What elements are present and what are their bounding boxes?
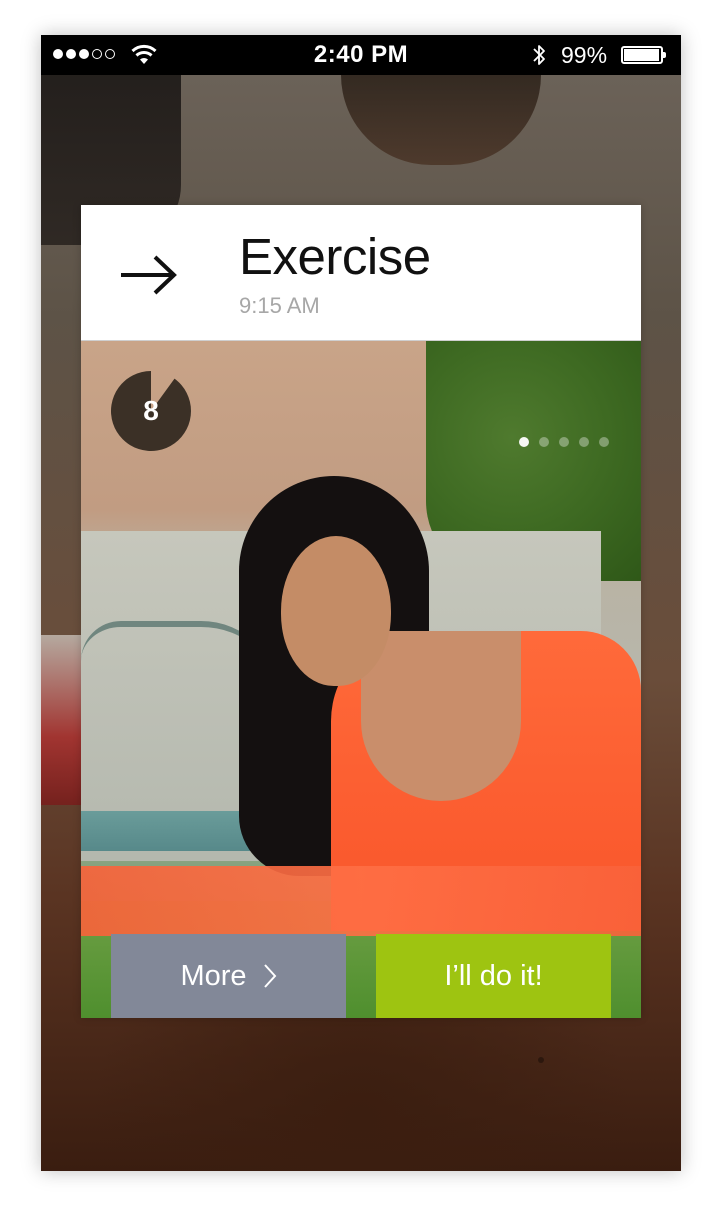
status-bar: 2:40 PM 99% xyxy=(41,35,681,75)
page-dot[interactable] xyxy=(559,437,569,447)
chevron-right-icon xyxy=(263,964,276,988)
page-dot[interactable] xyxy=(599,437,609,447)
more-button-label: More xyxy=(180,959,247,992)
ill-do-it-button-label: I’ll do it! xyxy=(444,959,543,992)
page-dot[interactable] xyxy=(579,437,589,447)
page-indicator[interactable] xyxy=(519,437,609,447)
phone-screen: 2:40 PM 99% Exercise 9:15 AM 8 More I’ll… xyxy=(41,35,681,1171)
task-card[interactable]: Exercise 9:15 AM 8 More I’ll do it! xyxy=(81,205,641,1018)
battery-icon xyxy=(621,46,666,64)
more-button[interactable]: More xyxy=(111,934,346,1018)
card-header: Exercise 9:15 AM xyxy=(81,205,641,341)
bluetooth-icon xyxy=(533,45,545,65)
battery-percent: 99% xyxy=(561,42,608,68)
background-detail xyxy=(41,635,81,805)
page-dot[interactable] xyxy=(519,437,529,447)
page-dot[interactable] xyxy=(539,437,549,447)
ill-do-it-button[interactable]: I’ll do it! xyxy=(376,934,611,1018)
countdown-number: 8 xyxy=(143,395,159,426)
card-title: Exercise xyxy=(239,228,431,285)
card-time: 9:15 AM xyxy=(239,293,320,318)
arrow-right-icon xyxy=(121,255,177,295)
background-detail xyxy=(538,1057,544,1063)
